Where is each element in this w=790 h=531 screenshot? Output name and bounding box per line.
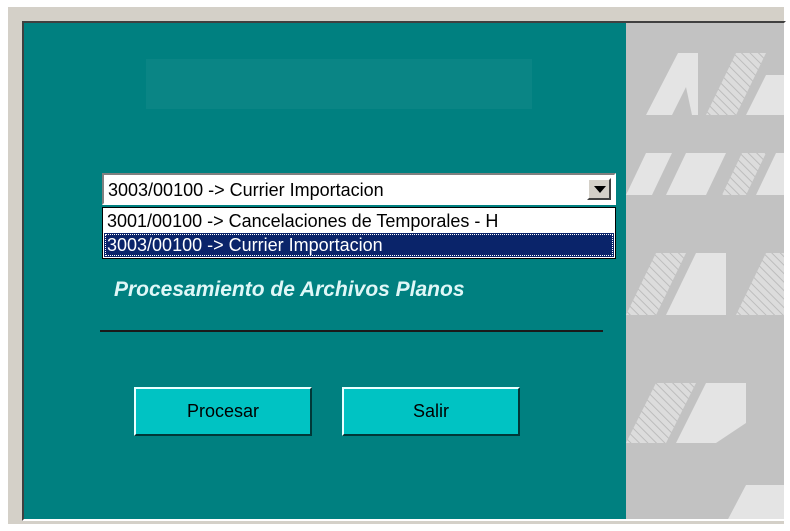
teal-panel: 3003/00100 -> Currier Importacion 3001/0… xyxy=(24,23,626,519)
form-title: Procesamiento de Archivos Planos xyxy=(114,278,465,301)
header-bar xyxy=(146,59,532,109)
afip-logo-watermark xyxy=(626,23,784,519)
divider xyxy=(100,330,603,332)
dropdown-button[interactable] xyxy=(587,178,611,200)
dropdown-list[interactable]: 3001/00100 -> Cancelaciones de Temporale… xyxy=(102,207,616,259)
dropdown-option-selected[interactable]: 3003/00100 -> Currier Importacion xyxy=(104,233,614,257)
window-frame: 3003/00100 -> Currier Importacion 3001/0… xyxy=(8,7,786,524)
exit-button[interactable]: Salir xyxy=(342,387,520,436)
chevron-down-icon xyxy=(594,186,606,193)
process-button[interactable]: Procesar xyxy=(134,387,312,436)
file-type-combobox[interactable]: 3003/00100 -> Currier Importacion xyxy=(102,173,616,205)
combo-selected-text: 3003/00100 -> Currier Importacion xyxy=(108,180,384,200)
afip-logo-icon xyxy=(626,53,784,519)
form-panel: 3003/00100 -> Currier Importacion 3001/0… xyxy=(22,21,786,521)
dropdown-option[interactable]: 3001/00100 -> Cancelaciones de Temporale… xyxy=(104,209,614,233)
